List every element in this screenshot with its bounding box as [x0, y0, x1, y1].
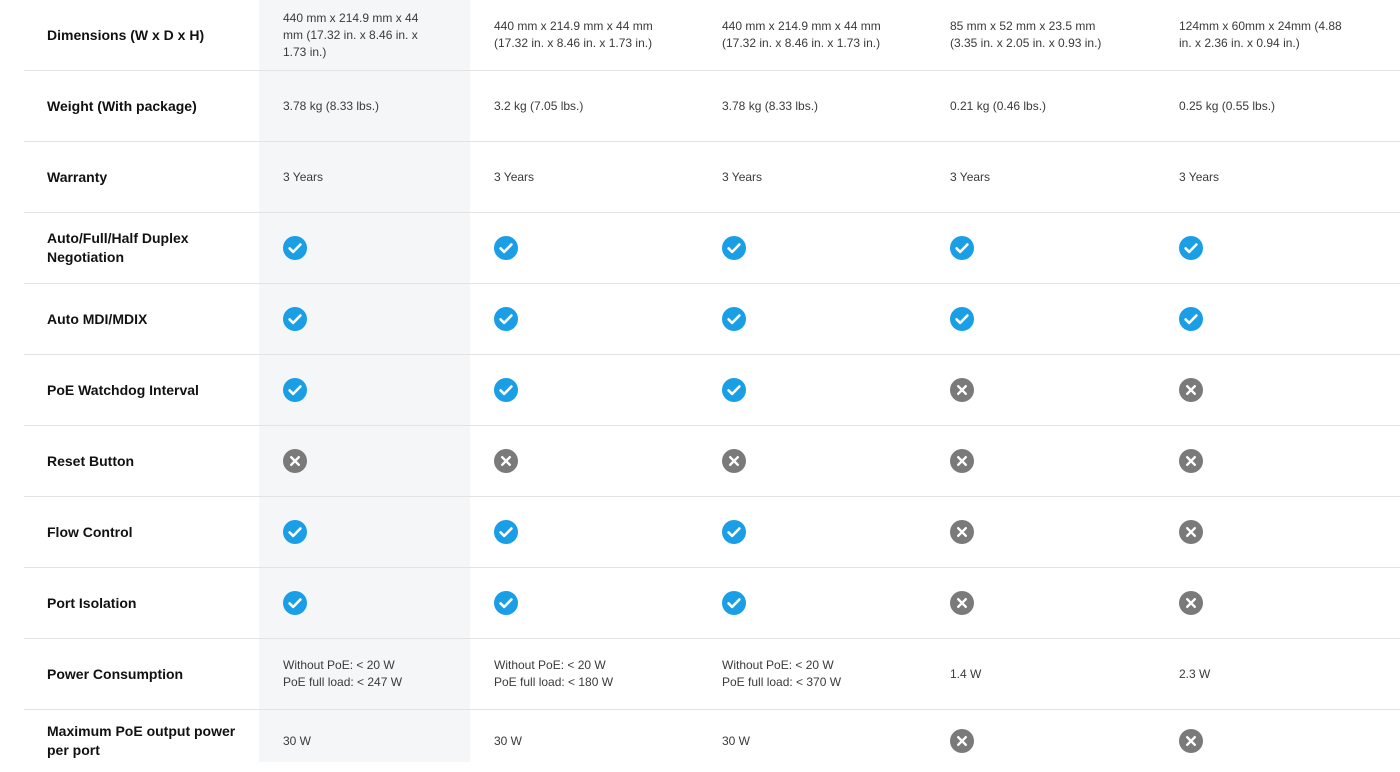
row-label: Auto MDI/MDIX [47, 310, 148, 327]
table-cell: 440 mm x 214.9 mm x 44 mm (17.32 in. x 8… [722, 19, 881, 50]
check-circle-icon [722, 284, 932, 354]
table-cell: Without PoE: < 20 W PoE full load: < 370… [722, 658, 842, 689]
cross-circle-icon [1179, 497, 1379, 567]
check-circle-icon [950, 284, 1150, 354]
table-row: Auto MDI/MDIX [24, 284, 1400, 355]
table-row: Flow Control [24, 497, 1400, 568]
table-cell: Without PoE: < 20 W PoE full load: < 247… [283, 658, 403, 689]
check-circle-icon [722, 355, 932, 425]
table-cell: 30 W [283, 733, 312, 748]
cross-circle-icon [950, 497, 1150, 567]
cross-circle-icon [283, 426, 463, 496]
table-cell: 3 Years [1179, 169, 1220, 184]
table-cell: 30 W [494, 733, 523, 748]
check-circle-icon [494, 568, 704, 638]
check-circle-icon [494, 355, 704, 425]
table-row: Dimensions (W x D x H) 440 mm x 214.9 mm … [24, 0, 1400, 71]
row-label: Reset Button [47, 452, 135, 469]
check-circle-icon [494, 497, 704, 567]
cross-circle-icon [722, 426, 932, 496]
cross-circle-icon [1179, 426, 1379, 496]
table-cell: 2.3 W [1179, 666, 1211, 681]
check-circle-icon [722, 568, 932, 638]
table-row: Port Isolation [24, 568, 1400, 639]
table-cell: 0.21 kg (0.46 lbs.) [950, 98, 1047, 113]
cross-circle-icon [494, 426, 704, 496]
table-cell: 440 mm x 214.9 mm x 44 mm (17.32 in. x 8… [283, 10, 419, 59]
table-cell: 85 mm x 52 mm x 23.5 mm (3.35 in. x 2.05… [950, 19, 1102, 50]
table-cell: 1.4 W [950, 666, 982, 681]
table-cell: 30 W [722, 733, 751, 748]
check-circle-icon [283, 497, 463, 567]
row-label: PoE Watchdog Interval [47, 381, 199, 398]
row-label: Maximum PoE output power per port [47, 723, 236, 758]
table-row: PoE Watchdog Interval [24, 355, 1400, 426]
cross-circle-icon [950, 710, 1150, 772]
check-circle-icon [283, 284, 463, 354]
table-cell: 124mm x 60mm x 24mm (4.88 in. x 2.36 in.… [1179, 19, 1342, 50]
cross-circle-icon [1179, 355, 1379, 425]
check-circle-icon [1179, 213, 1379, 283]
table-cell: 3.2 kg (7.05 lbs.) [494, 98, 584, 113]
table-cell: 3.78 kg (8.33 lbs.) [283, 98, 380, 113]
row-label: Dimensions (W x D x H) [47, 26, 205, 43]
spec-comparison-table: Dimensions (W x D x H) 440 mm x 214.9 mm … [24, 0, 1400, 772]
check-circle-icon [283, 355, 463, 425]
table-row: Warranty 3 Years 3 Years 3 Years 3 Years 3 Ye… [24, 142, 1400, 213]
row-label: Port Isolation [47, 594, 137, 611]
table-cell: 3 Years [494, 169, 535, 184]
table-cell: 3 Years [722, 169, 763, 184]
cross-circle-icon [1179, 568, 1379, 638]
row-label: Flow Control [47, 523, 133, 540]
table-cell: 440 mm x 214.9 mm x 44 mm (17.32 in. x 8… [494, 19, 653, 50]
check-circle-icon [494, 213, 704, 283]
check-circle-icon [950, 213, 1150, 283]
table-row: Power Consumption Without PoE: < 20 W PoE… [24, 639, 1400, 710]
row-label: Warranty [47, 168, 108, 185]
cross-circle-icon [1179, 710, 1379, 772]
check-circle-icon [1179, 284, 1379, 354]
row-label: Weight (With package) [47, 97, 197, 114]
row-label: Power Consumption [47, 665, 184, 682]
table-row: Weight (With package) 3.78 kg (8.33 lbs.)… [24, 71, 1400, 142]
table-cell: 0.25 kg (0.55 lbs.) [1179, 98, 1276, 113]
check-circle-icon [722, 497, 932, 567]
cross-circle-icon [950, 355, 1150, 425]
check-circle-icon [283, 568, 463, 638]
table-cell: 3 Years [950, 169, 991, 184]
check-circle-icon [283, 213, 463, 283]
check-circle-icon [494, 284, 704, 354]
cross-circle-icon [950, 426, 1150, 496]
row-label: Auto/Full/Half Duplex Negotiation [47, 230, 189, 265]
table-row: Maximum PoE output power per port 30 W 30 … [24, 710, 1400, 772]
table-row: Auto/Full/Half Duplex Negotiation [24, 213, 1400, 284]
table-cell: 3 Years [283, 169, 324, 184]
cross-circle-icon [950, 568, 1150, 638]
check-circle-icon [722, 213, 932, 283]
table-row: Reset Button [24, 426, 1400, 497]
table-cell: Without PoE: < 20 W PoE full load: < 180… [494, 658, 614, 689]
table-cell: 3.78 kg (8.33 lbs.) [722, 98, 819, 113]
